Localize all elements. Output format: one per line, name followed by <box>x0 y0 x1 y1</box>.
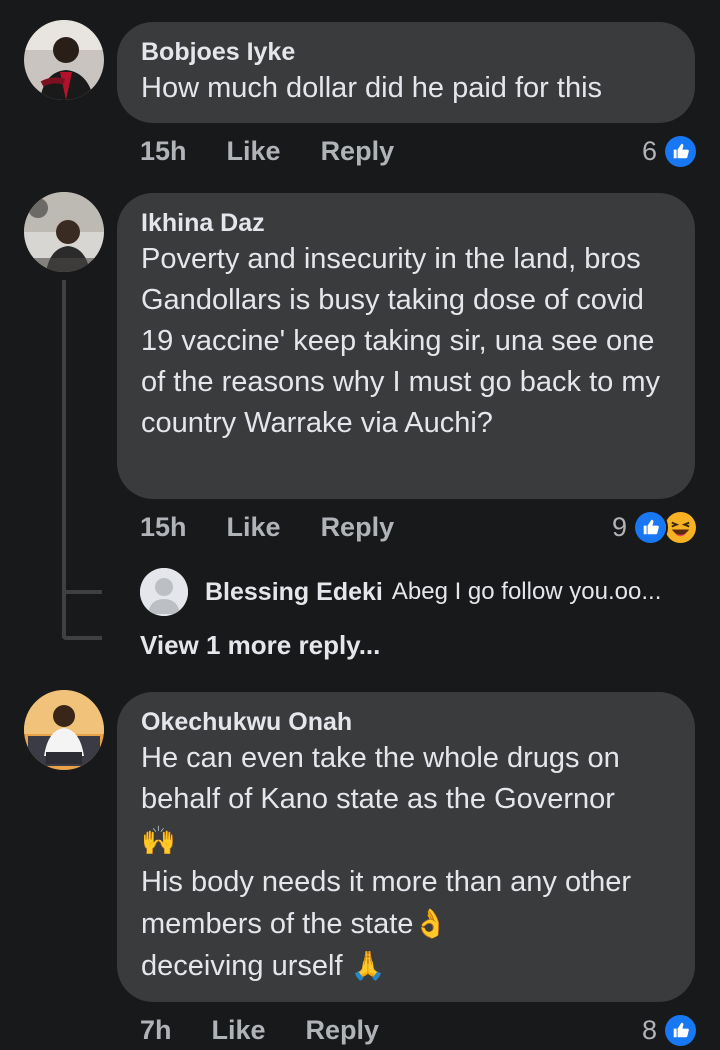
haha-reaction-icon <box>663 509 698 545</box>
like-button[interactable]: Like <box>227 136 281 167</box>
comment-author[interactable]: Bobjoes Iyke <box>141 36 671 68</box>
comment-timestamp[interactable]: 7h <box>140 1015 172 1046</box>
avatar[interactable] <box>140 568 188 616</box>
comment-actions: 15h Like Reply 6 <box>140 131 698 171</box>
ok-hand-emoji: 👌 <box>413 908 449 939</box>
comment-bubble: Bobjoes Iyke How much dollar did he paid… <box>117 22 695 123</box>
avatar[interactable] <box>24 20 104 100</box>
avatar[interactable] <box>24 690 104 770</box>
reply-button[interactable]: Reply <box>321 136 395 167</box>
reply-author[interactable]: Blessing Edeki <box>205 578 383 607</box>
folded-hands-emoji: 🙏 <box>350 950 386 981</box>
reaction-count: 6 <box>641 135 657 166</box>
like-reaction-icon <box>663 133 698 169</box>
raising-hands-emoji: 🙌 <box>141 825 176 856</box>
reaction-count: 8 <box>641 1014 657 1045</box>
reply-preview[interactable]: Blessing Edeki Abeg I go follow you.oo..… <box>140 568 700 616</box>
reaction-summary[interactable]: 8 <box>641 1012 698 1048</box>
reply-button[interactable]: Reply <box>306 1015 380 1046</box>
comment-actions: 7h Like Reply 8 <box>140 1010 698 1050</box>
reaction-summary[interactable]: 6 <box>641 133 698 169</box>
comment-text: How much dollar did he paid for this <box>141 72 603 104</box>
reaction-summary[interactable]: 9 <box>611 509 698 545</box>
comment-author[interactable]: Okechukwu Onah <box>141 706 671 738</box>
reply-text: Abeg I go follow you.oo... <box>391 578 662 605</box>
comment-actions: 15h Like Reply 9 <box>140 507 698 547</box>
comment-text-line: deceiving urself <box>141 950 351 982</box>
avatar[interactable] <box>24 192 104 272</box>
like-reaction-icon <box>663 1012 698 1048</box>
comment-text: Poverty and insecurity in the land, bros… <box>141 243 661 439</box>
comment-timestamp[interactable]: 15h <box>140 136 187 167</box>
reaction-count: 9 <box>611 511 627 542</box>
like-reaction-icon <box>633 509 668 545</box>
like-button[interactable]: Like <box>212 1015 266 1046</box>
comment-text: He can even take the whole drugs on beha… <box>141 738 671 987</box>
comment-text-line: He can even take the whole drugs on beha… <box>141 742 620 815</box>
comment-author[interactable]: Ikhina Daz <box>141 207 671 239</box>
thread-connector-branch <box>62 590 102 594</box>
comment-text-line: His body needs it more than any other me… <box>141 866 632 940</box>
comment-bubble: Okechukwu Onah He can even take the whol… <box>117 692 695 1002</box>
like-button[interactable]: Like <box>227 512 281 543</box>
thread-connector <box>62 280 66 638</box>
thread-connector-branch <box>62 636 102 640</box>
comment-timestamp[interactable]: 15h <box>140 512 187 543</box>
comment-bubble: Ikhina Daz Poverty and insecurity in the… <box>117 193 695 499</box>
view-more-replies-link[interactable]: View 1 more reply... <box>140 630 380 661</box>
reply-button[interactable]: Reply <box>321 512 395 543</box>
